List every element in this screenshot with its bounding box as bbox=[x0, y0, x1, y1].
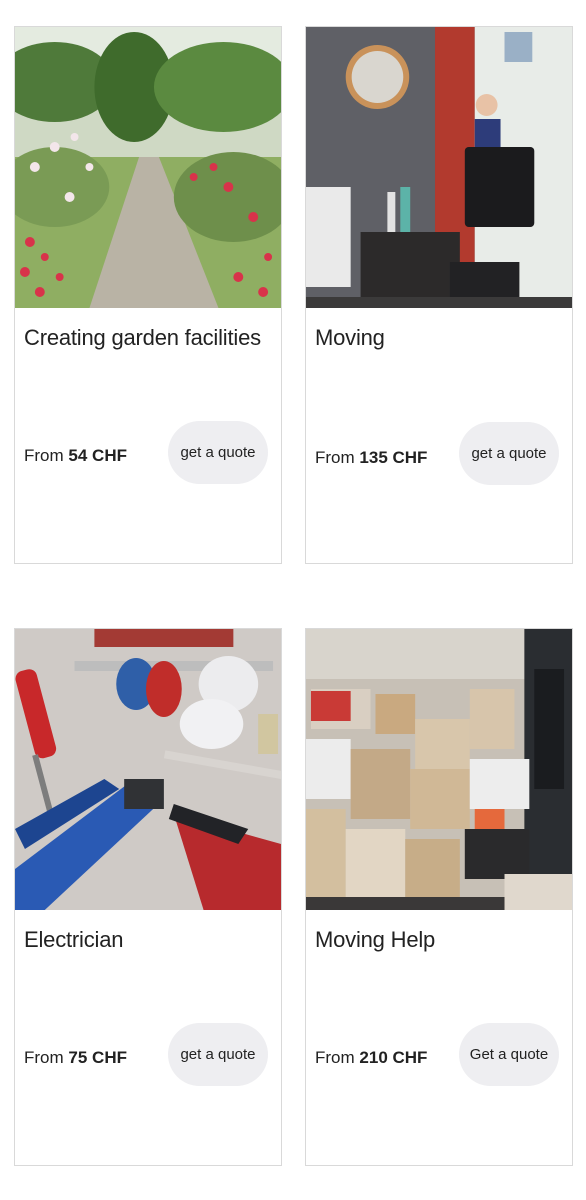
service-title: Moving bbox=[315, 325, 385, 350]
service-title: Electrician bbox=[24, 927, 124, 952]
service-image-garden[interactable] bbox=[15, 27, 281, 308]
service-card-moving[interactable]: Moving From 135 CHF get a quote bbox=[305, 26, 573, 564]
service-image-moving[interactable] bbox=[306, 27, 572, 308]
price-prefix: From bbox=[24, 1048, 64, 1067]
price-value: 210 CHF bbox=[359, 1048, 428, 1067]
service-card-moving-help[interactable]: Moving Help From 210 CHF Get a quote bbox=[305, 628, 573, 1166]
get-quote-button[interactable]: Get a quote bbox=[459, 1023, 559, 1086]
price-prefix: From bbox=[24, 446, 64, 465]
price-value: 135 CHF bbox=[359, 448, 428, 467]
service-card-electrician[interactable]: Electrician From 75 CHF get a quote bbox=[14, 628, 282, 1166]
price-prefix: From bbox=[315, 448, 355, 467]
price-value: 54 CHF bbox=[68, 446, 127, 465]
get-quote-button[interactable]: get a quote bbox=[168, 1023, 268, 1086]
service-image-moving-help[interactable] bbox=[306, 629, 572, 910]
service-price: From 54 CHF bbox=[24, 446, 127, 466]
price-value: 75 CHF bbox=[68, 1048, 127, 1067]
get-quote-button[interactable]: get a quote bbox=[168, 421, 268, 484]
service-title: Moving Help bbox=[315, 927, 436, 952]
service-price: From 75 CHF bbox=[24, 1048, 127, 1068]
service-price: From 210 CHF bbox=[315, 1048, 427, 1068]
service-image-electrician[interactable] bbox=[15, 629, 281, 910]
price-prefix: From bbox=[315, 1048, 355, 1067]
service-grid: Creating garden facilities From 54 CHF g… bbox=[0, 0, 586, 1200]
service-card-garden[interactable]: Creating garden facilities From 54 CHF g… bbox=[14, 26, 282, 564]
service-price: From 135 CHF bbox=[315, 448, 427, 468]
get-quote-button[interactable]: get a quote bbox=[459, 422, 559, 485]
service-title: Creating garden facilities bbox=[24, 325, 261, 350]
